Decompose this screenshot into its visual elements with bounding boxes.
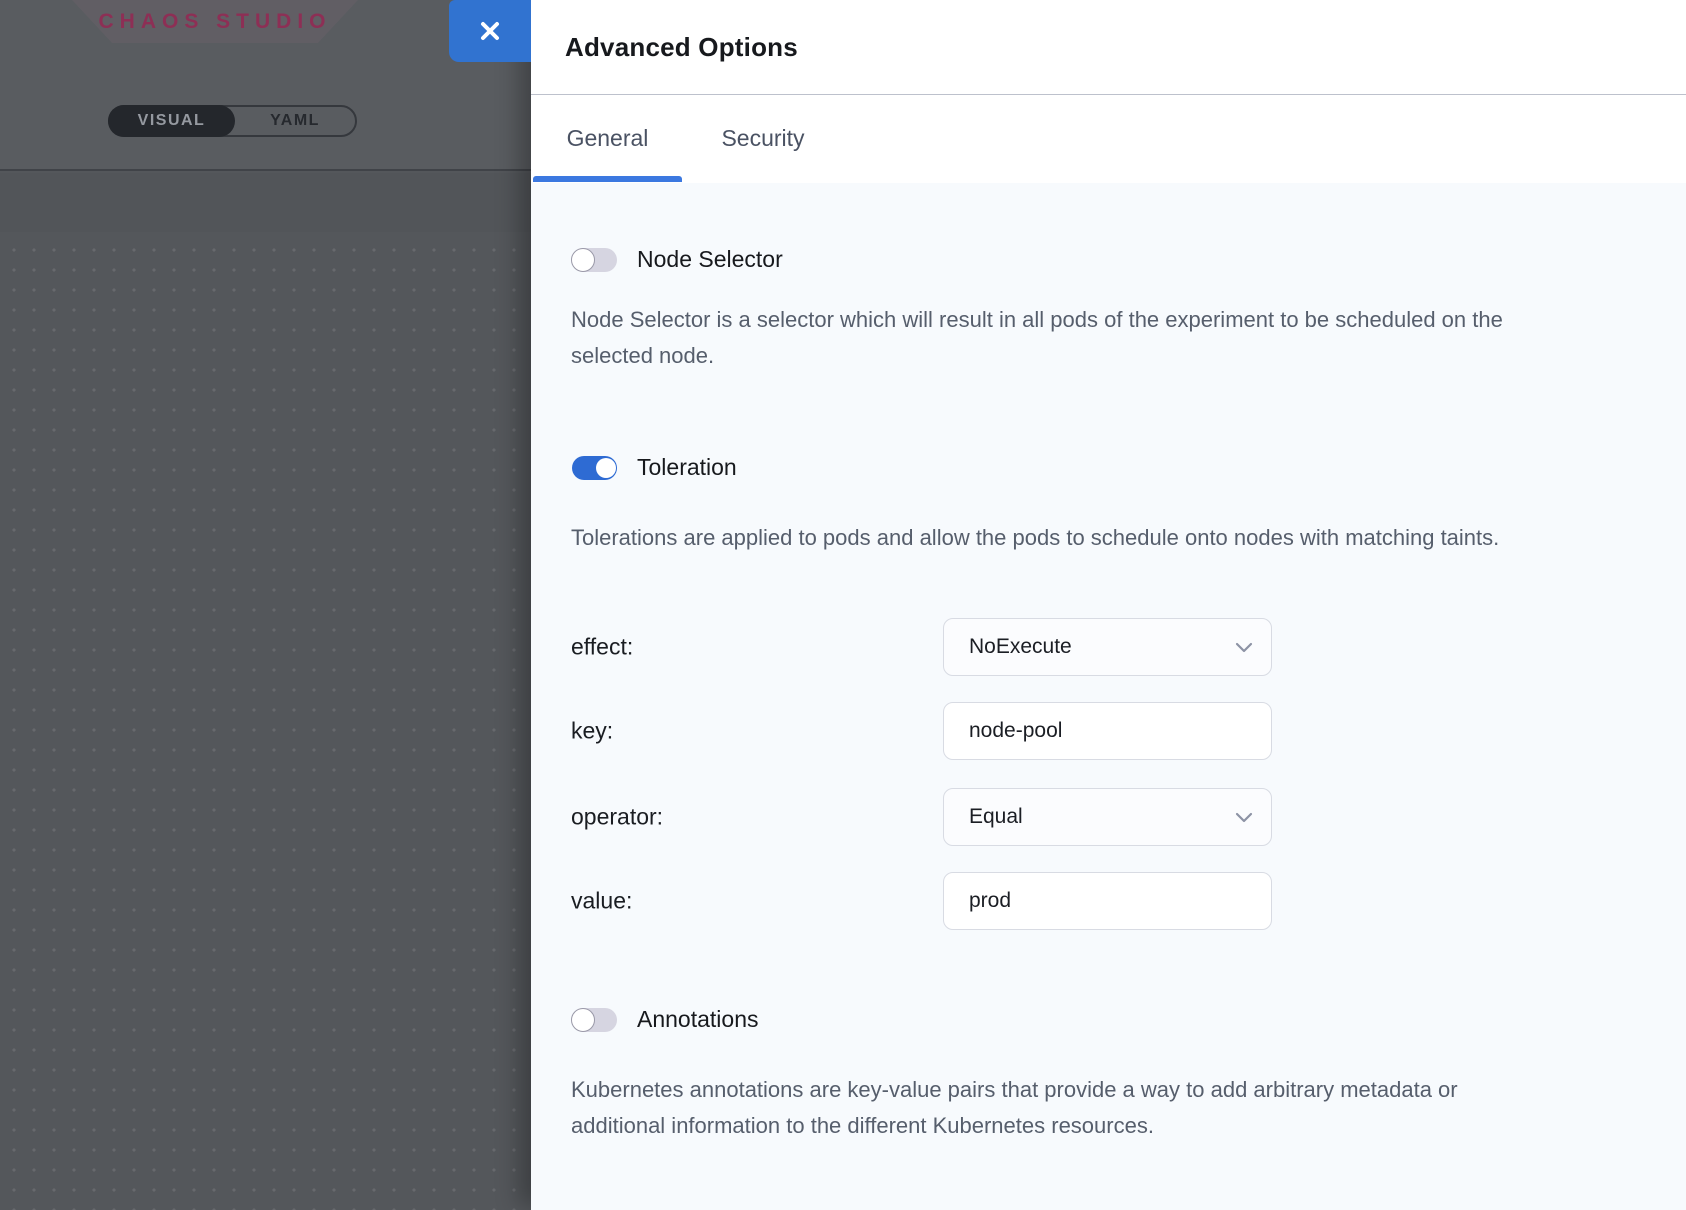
toggle-knob <box>596 458 616 478</box>
panel-header: Advanced Options <box>531 0 1686 95</box>
advanced-options-panel: Advanced Options General Security Node S… <box>531 0 1686 1210</box>
node-selector-toggle[interactable] <box>572 248 617 272</box>
toleration-description: Tolerations are applied to pods and allo… <box>571 520 1499 556</box>
view-mode-toggle[interactable]: VISUAL YAML <box>108 105 357 137</box>
value-field-row: value: <box>531 872 1686 930</box>
close-icon <box>477 18 503 44</box>
key-input[interactable] <box>943 702 1272 760</box>
operator-field-row: operator: Equal <box>531 788 1686 846</box>
operator-label: operator: <box>571 804 663 831</box>
effect-field-row: effect: NoExecute <box>531 618 1686 676</box>
app-window: CHAOS STUDIO VISUAL YAML Advanced Option… <box>0 0 1686 1210</box>
key-field-row: key: <box>531 702 1686 760</box>
effect-select[interactable]: NoExecute <box>943 618 1272 676</box>
node-selector-row: Node Selector <box>572 246 783 273</box>
yaml-tab-button[interactable]: YAML <box>235 112 355 130</box>
chevron-down-icon <box>1235 642 1253 653</box>
effect-selected-value: NoExecute <box>969 635 1235 659</box>
annotations-toggle[interactable] <box>572 1008 617 1032</box>
key-label: key: <box>571 718 613 745</box>
annotations-label: Annotations <box>637 1006 758 1033</box>
brand-title: CHAOS STUDIO <box>98 10 331 34</box>
value-input[interactable] <box>943 872 1272 930</box>
close-panel-button[interactable] <box>449 0 531 62</box>
toleration-toggle[interactable] <box>572 456 617 480</box>
tab-general[interactable]: General <box>533 95 682 182</box>
node-selector-description: Node Selector is a selector which will r… <box>571 302 1511 374</box>
visual-tab-button[interactable]: VISUAL <box>108 105 235 137</box>
tab-security[interactable]: Security <box>695 95 831 182</box>
node-selector-label: Node Selector <box>637 246 783 273</box>
annotations-description: Kubernetes annotations are key-value pai… <box>571 1072 1511 1144</box>
operator-select[interactable]: Equal <box>943 788 1272 846</box>
toleration-label: Toleration <box>637 454 737 481</box>
toggle-knob <box>571 1008 595 1032</box>
value-label: value: <box>571 888 632 915</box>
toggle-knob <box>571 248 595 272</box>
page-title: Advanced Options <box>565 32 798 63</box>
effect-label: effect: <box>571 634 633 661</box>
brand-badge: CHAOS STUDIO <box>72 0 358 43</box>
annotations-row: Annotations <box>572 1006 758 1033</box>
chaos-studio-canvas: CHAOS STUDIO VISUAL YAML <box>0 0 531 1210</box>
toleration-row: Toleration <box>572 454 737 481</box>
tab-bar: General Security <box>531 95 1686 182</box>
chevron-down-icon <box>1235 812 1253 823</box>
canvas-dot-grid <box>0 232 531 1210</box>
canvas-toolbar-strip <box>0 173 531 232</box>
general-tab-content: Node Selector Node Selector is a selecto… <box>531 183 1686 1210</box>
operator-selected-value: Equal <box>969 805 1235 829</box>
